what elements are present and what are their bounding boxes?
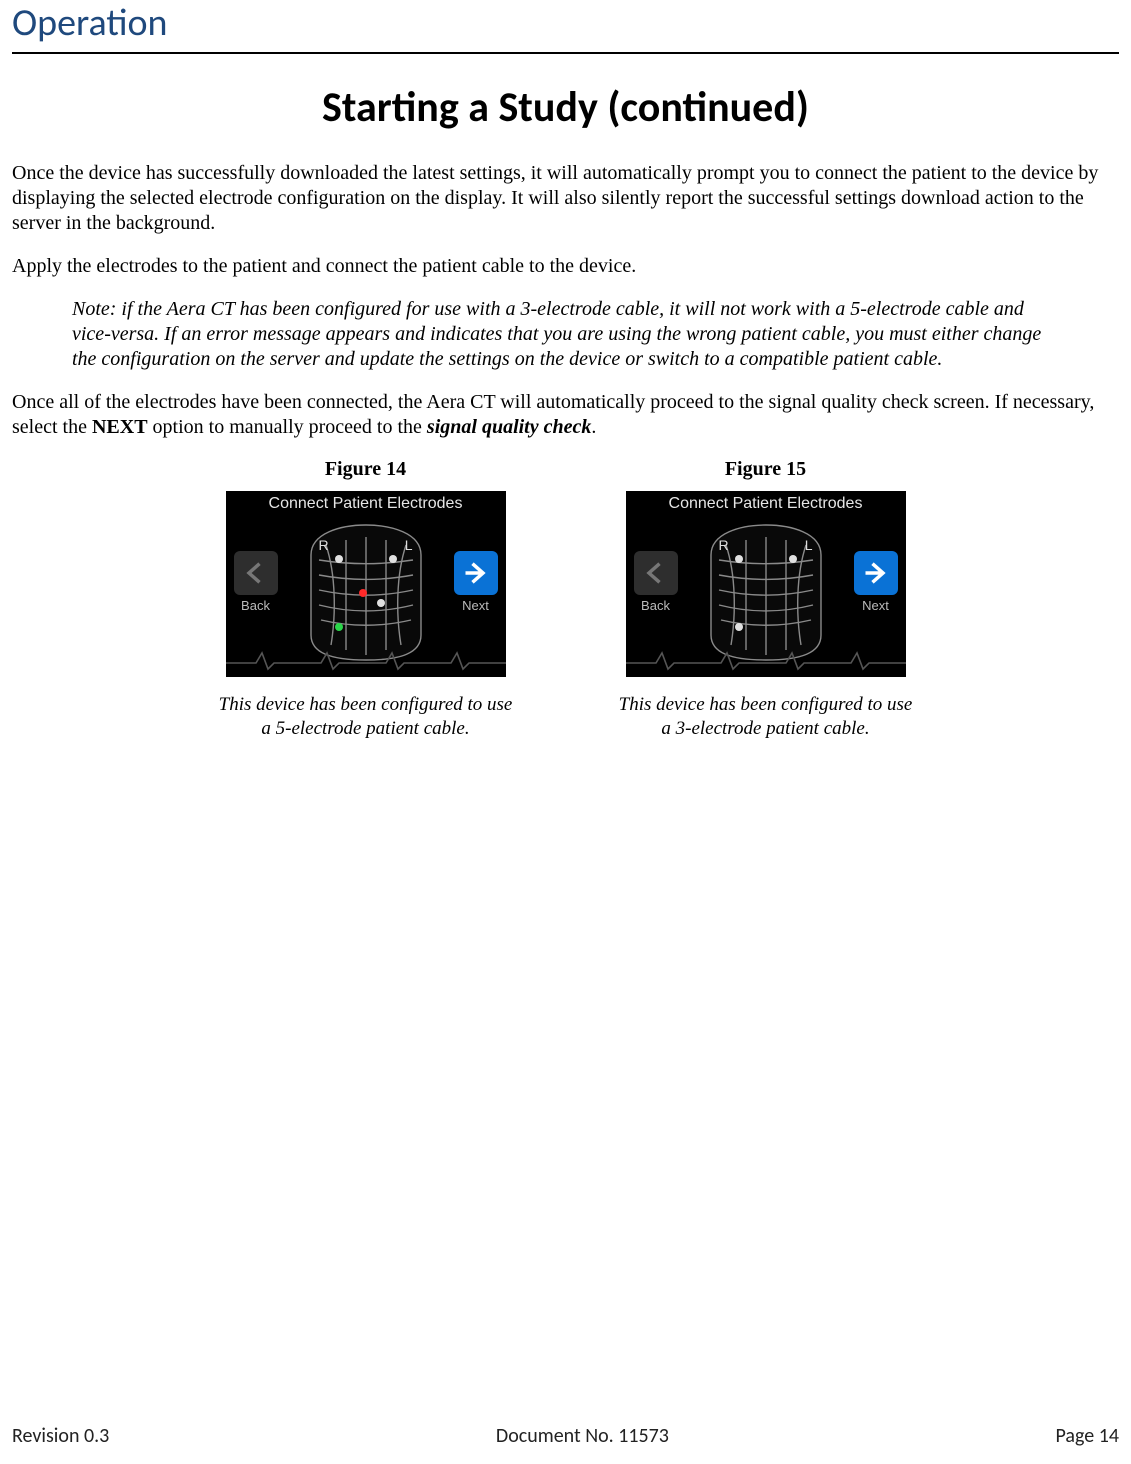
next-button[interactable]: Next xyxy=(450,551,502,613)
torso-diagram: R L xyxy=(691,515,841,665)
paragraph-3: Once all of the electrodes have been con… xyxy=(12,390,1119,440)
arrow-right-icon xyxy=(454,551,498,595)
electrode-dot xyxy=(735,555,743,563)
back-button[interactable]: Back xyxy=(230,551,282,613)
lead-r-label: R xyxy=(719,537,729,553)
electrode-dot xyxy=(389,555,397,563)
screen-title: Connect Patient Electrodes xyxy=(226,495,506,513)
figures-row: Figure 14 Connect Patient Electrodes Bac… xyxy=(12,458,1119,741)
electrode-dot xyxy=(335,623,343,631)
footer-revision: Revision 0.3 xyxy=(12,1424,109,1448)
p3-text-c: . xyxy=(591,416,596,438)
ecg-waveform-icon xyxy=(226,645,506,673)
next-label: Next xyxy=(850,598,902,613)
section-divider xyxy=(12,52,1119,54)
p3-next-bold: NEXT xyxy=(92,416,148,438)
arrow-left-icon xyxy=(634,551,678,595)
next-label: Next xyxy=(450,598,502,613)
figure-15: Figure 15 Connect Patient Electrodes Bac… xyxy=(616,458,916,741)
p3-signal-quality-check: signal quality check xyxy=(427,416,591,438)
electrode-dot xyxy=(359,589,367,597)
lead-r-label: R xyxy=(319,537,329,553)
section-header: Operation xyxy=(12,0,1119,46)
figure-14-caption: This device has been configured to use a… xyxy=(216,693,516,741)
device-screen-3-electrode: Connect Patient Electrodes Back Next xyxy=(626,491,906,677)
ecg-waveform-icon xyxy=(626,645,906,673)
next-button[interactable]: Next xyxy=(850,551,902,613)
note-block: Note: if the Aera CT has been configured… xyxy=(72,297,1059,372)
paragraph-1: Once the device has successfully downloa… xyxy=(12,161,1119,236)
figure-15-caption: This device has been configured to use a… xyxy=(616,693,916,741)
back-label: Back xyxy=(230,598,282,613)
p3-text-b: option to manually proceed to the xyxy=(148,416,427,438)
figure-14: Figure 14 Connect Patient Electrodes Bac… xyxy=(216,458,516,741)
screen-title: Connect Patient Electrodes xyxy=(626,495,906,513)
figure-15-label: Figure 15 xyxy=(725,458,806,481)
device-screen-5-electrode: Connect Patient Electrodes Back Next xyxy=(226,491,506,677)
arrow-left-icon xyxy=(234,551,278,595)
electrode-dot xyxy=(335,555,343,563)
arrow-right-icon xyxy=(854,551,898,595)
lead-l-label: L xyxy=(405,537,413,553)
footer-page: Page 14 xyxy=(1056,1424,1119,1448)
electrode-dot xyxy=(735,623,743,631)
torso-diagram: R L xyxy=(291,515,441,665)
footer-docno: Document No. 11573 xyxy=(496,1424,669,1448)
page-title: Starting a Study (continued) xyxy=(12,82,1119,133)
electrode-dot xyxy=(789,555,797,563)
back-button[interactable]: Back xyxy=(630,551,682,613)
lead-l-label: L xyxy=(805,537,813,553)
page-footer: Revision 0.3 Document No. 11573 Page 14 xyxy=(12,1424,1119,1448)
electrode-dot xyxy=(377,599,385,607)
back-label: Back xyxy=(630,598,682,613)
figure-14-label: Figure 14 xyxy=(325,458,406,481)
paragraph-2: Apply the electrodes to the patient and … xyxy=(12,254,1119,279)
